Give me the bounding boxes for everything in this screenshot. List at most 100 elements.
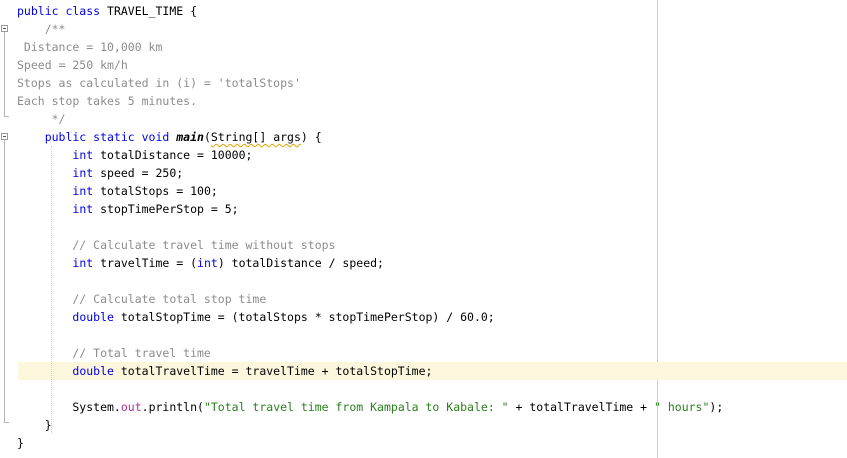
code-token: totalStopTime = (totalStops * stopTimePe… [113,310,495,324]
code-line[interactable]: Distance = 10,000 km [0,38,847,56]
code-token: Each stop takes 5 minutes. [17,94,198,108]
code-line[interactable] [0,218,847,236]
fold-end-marker [4,422,9,423]
code-line-text: public static void main(String[] args) { [17,128,322,146]
code-token: double [72,364,114,378]
code-token: ( [203,130,211,144]
code-token: ); [709,400,724,414]
code-line[interactable]: int stopTimePerStop = 5; [0,200,847,218]
code-line[interactable]: System.out.println("Total travel time fr… [0,398,847,416]
code-line[interactable]: int speed = 250; [0,164,847,182]
code-token: // Calculate total stop time [17,292,267,306]
code-token: speed = 250; [93,166,184,180]
code-token: + totalTravelTime + [508,400,654,414]
code-line-text: int speed = 250; [17,164,183,182]
indent-guide [51,146,52,434]
code-token: int [72,202,94,216]
code-line[interactable]: public class TRAVEL_TIME { [0,2,847,20]
code-line[interactable]: } [0,434,847,452]
code-line[interactable]: double totalStopTime = (totalStops * sto… [0,308,847,326]
code-token: totalStops = 100; [93,184,218,198]
code-editor[interactable]: public class TRAVEL_TIME { /** Distance … [0,0,847,458]
code-line[interactable] [0,326,847,344]
code-token: public class [17,4,108,18]
code-token: /** [17,22,66,36]
code-token: "Total travel time from Kampala to Kabal… [203,400,509,414]
code-line[interactable]: int totalDistance = 10000; [0,146,847,164]
code-line[interactable]: public static void main(String[] args) { [0,128,847,146]
code-line-text: } [17,434,24,452]
fold-toggle-icon[interactable] [1,133,8,140]
code-token: int [72,148,94,162]
code-line-text: double totalTravelTime = travelTime + to… [17,362,432,380]
code-token: int [72,256,94,270]
code-line[interactable]: Speed = 250 km/h [0,56,847,74]
code-line-text: } [17,416,52,434]
code-token: // Total travel time [17,346,211,360]
code-token: totalTravelTime = travelTime + totalStop… [113,364,433,378]
code-token: Distance = 10,000 km [17,40,163,54]
code-token: Stops as calculated in (i) = 'totalStops… [17,76,301,90]
code-line[interactable]: int travelTime = (int) totalDistance / s… [0,254,847,272]
code-line-text: Each stop takes 5 minutes. [17,92,197,110]
code-token: // Calculate travel time without stops [17,238,336,252]
code-token: int [72,166,94,180]
code-line-text: public class TRAVEL_TIME { [17,2,197,20]
code-line[interactable]: Stops as calculated in (i) = 'totalStops… [0,74,847,92]
code-token: Speed = 250 km/h [17,58,128,72]
code-token: totalDistance = 10000; [93,148,253,162]
code-line-text: // Total travel time [17,344,211,362]
code-token: travelTime = ( [93,256,198,270]
code-line-text: double totalStopTime = (totalStops * sto… [17,308,495,326]
code-line[interactable]: */ [0,110,847,128]
code-line-text: int travelTime = (int) totalDistance / s… [17,254,384,272]
code-line-text: Stops as calculated in (i) = 'totalStops… [17,74,301,92]
code-line[interactable]: /** [0,20,847,38]
code-token: .println( [141,400,204,414]
code-line[interactable]: // Total travel time [0,344,847,362]
fold-range-line [4,140,5,422]
code-line-text: int totalStops = 100; [17,182,218,200]
code-token: double [72,310,114,324]
code-line-text: Distance = 10,000 km [17,38,162,56]
code-line-text: System.out.println("Total travel time fr… [17,398,723,416]
code-line-text: /** [17,20,66,38]
code-token: int [72,184,94,198]
fold-range-line [4,32,5,116]
code-line[interactable] [0,380,847,398]
code-token: } [17,436,24,450]
code-line[interactable] [0,272,847,290]
code-token: main [176,130,204,144]
code-line-text: int totalDistance = 10000; [17,146,252,164]
code-token: stopTimePerStop = 5; [93,202,239,216]
current-line[interactable]: double totalTravelTime = travelTime + to… [18,362,847,380]
code-line-text: // Calculate travel time without stops [17,236,336,254]
fold-toggle-icon[interactable] [1,25,8,32]
code-line[interactable]: Each stop takes 5 minutes. [0,92,847,110]
code-token: public static void [17,130,177,144]
code-line[interactable]: int totalStops = 100; [0,182,847,200]
code-token: String[] args [210,130,301,144]
code-token: ) { [300,130,322,144]
code-line[interactable]: // Calculate total stop time [0,290,847,308]
code-line-text: */ [17,110,66,128]
code-line[interactable]: } [0,416,847,434]
code-token: TRAVEL_TIME { [107,4,198,18]
code-token: System. [17,400,121,414]
fold-end-marker [4,116,9,117]
code-line-text: Speed = 250 km/h [17,56,128,74]
code-token: */ [17,112,66,126]
code-token: ) totalDistance / speed; [217,256,384,270]
code-line[interactable]: // Calculate travel time without stops [0,236,847,254]
code-token: } [17,418,52,432]
code-token: out [120,400,142,414]
code-token: int [197,256,218,270]
code-token: " hours" [654,400,710,414]
